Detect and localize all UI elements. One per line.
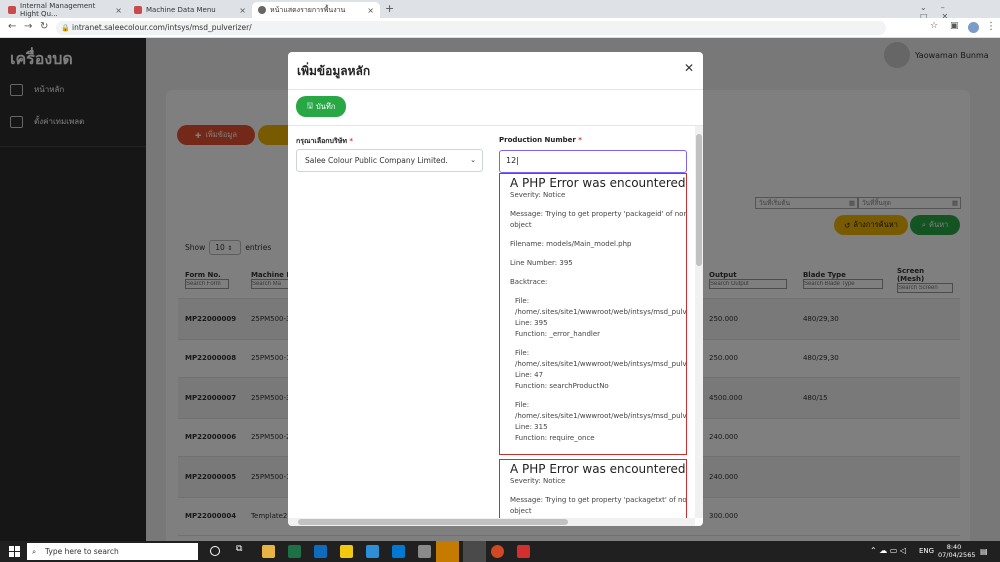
company-select[interactable]: Salee Colour Public Company Limited. ⌄ xyxy=(296,149,483,172)
error-filename: Filename: models/Main_model.php xyxy=(510,240,632,248)
cortana-icon[interactable] xyxy=(210,546,220,556)
app-icon[interactable] xyxy=(392,545,405,558)
app-icon[interactable] xyxy=(418,545,431,558)
frame-file: File: xyxy=(515,349,530,357)
modal-divider xyxy=(288,125,703,126)
sidepanel-icon[interactable]: ▣ xyxy=(950,21,959,31)
clock-date: 07/04/2565 xyxy=(938,551,976,559)
modal-vertical-scrollbar[interactable] xyxy=(695,126,703,518)
tab-close-icon[interactable]: × xyxy=(367,6,374,15)
clock-time: 8:40 xyxy=(946,543,962,551)
taskbar-search-placeholder: Type here to search xyxy=(45,547,119,556)
bookmark-star-icon[interactable]: ☆ xyxy=(930,21,938,31)
powerpoint-icon[interactable] xyxy=(491,545,504,558)
frame-path: /home/.sites/site1/wwwroot/web/intsys/ms… xyxy=(515,412,687,420)
reload-icon[interactable]: ↻ xyxy=(40,21,48,32)
tab-title: Machine Data Menu xyxy=(146,6,216,14)
frame-line: Line: 395 xyxy=(515,319,548,327)
system-tray-icons[interactable]: ⌃ ☁ ▭ ◁ xyxy=(870,546,906,555)
excel-icon[interactable] xyxy=(288,545,301,558)
tab-title: Internal Management Hight Qu... xyxy=(20,2,96,18)
frame-function: Function: _error_handler xyxy=(515,330,601,338)
error-severity: Severity: Notice xyxy=(510,191,566,199)
scroll-thumb[interactable] xyxy=(298,519,568,525)
tab-title: หน้าแสดงรายการพื้นงาน xyxy=(270,5,346,14)
company-label-text: กรุณาเลือกบริษัท xyxy=(296,137,347,145)
browser-tab-active[interactable]: หน้าแสดงรายการพื้นงาน × xyxy=(252,2,380,18)
error-message: Message: Trying to get property 'package… xyxy=(510,210,687,218)
frame-file: File: xyxy=(515,297,530,305)
error-message-cont: object xyxy=(510,221,532,229)
save-label: บันทึก xyxy=(316,101,336,111)
frame-function: Function: require_once xyxy=(515,434,595,442)
production-number-input[interactable]: 12| xyxy=(499,150,687,173)
chevron-down-icon: ⌄ xyxy=(470,156,476,164)
error-message: Message: Trying to get property 'package… xyxy=(510,496,687,504)
frame-path: /home/.sites/site1/wwwroot/web/intsys/ms… xyxy=(515,308,687,316)
error-heading: A PHP Error was encountered xyxy=(510,462,686,476)
php-error-box: A PHP Error was encountered Severity: No… xyxy=(499,459,687,519)
modal-header: เพิ่มข้อมูลหลัก ✕ xyxy=(288,52,703,90)
save-button[interactable]: 🖫 บันทึก xyxy=(296,96,346,117)
error-heading: A PHP Error was encountered xyxy=(510,176,686,190)
url-field[interactable]: 🔒 intranet.saleecolour.com/intsys/msd_pu… xyxy=(56,21,886,35)
frame-path: /home/.sites/site1/wwwroot/web/intsys/ms… xyxy=(515,360,687,368)
url-text: intranet.saleecolour.com/intsys/msd_pulv… xyxy=(72,23,252,32)
browser-tab[interactable]: Machine Data Menu × xyxy=(128,2,252,18)
error-line: Line Number: 395 xyxy=(510,259,573,267)
forward-arrow-icon[interactable]: → xyxy=(24,21,32,32)
tab-close-icon[interactable]: × xyxy=(239,6,246,15)
add-master-data-modal: เพิ่มข้อมูลหลัก ✕ 🖫 บันทึก กรุณาเลือกบริ… xyxy=(288,52,703,526)
profile-avatar[interactable] xyxy=(968,22,979,33)
php-error-box: A PHP Error was encountered Severity: No… xyxy=(499,173,687,455)
new-tab-icon[interactable]: + xyxy=(385,2,394,15)
required-marker: * xyxy=(349,137,354,145)
frame-file: File: xyxy=(515,401,530,409)
lock-icon: 🔒 xyxy=(61,24,70,32)
modal-title: เพิ่มข้อมูลหลัก xyxy=(297,64,371,78)
menu-dots-icon[interactable]: ⋮ xyxy=(986,21,996,32)
acrobat-icon[interactable] xyxy=(517,545,530,558)
production-label-text: Production Number xyxy=(499,136,576,144)
modal-horizontal-scrollbar[interactable] xyxy=(288,518,695,526)
windows-taskbar: ⌕ Type here to search ⧉ ⌃ ☁ ▭ ◁ ENG 8:40… xyxy=(0,541,1000,562)
save-icon: 🖫 xyxy=(306,101,313,110)
back-arrow-icon[interactable]: ← xyxy=(8,21,16,32)
chrome-icon[interactable] xyxy=(463,541,486,562)
outlook-icon[interactable] xyxy=(314,545,327,558)
browser-tab[interactable]: Internal Management Hight Qu... × xyxy=(2,2,128,18)
production-number-value: 12 xyxy=(506,156,517,165)
tab-close-icon[interactable]: × xyxy=(115,6,122,15)
required-marker: * xyxy=(578,136,582,144)
language-indicator[interactable]: ENG xyxy=(919,547,934,555)
globe-icon xyxy=(258,6,266,14)
task-view-icon[interactable]: ⧉ xyxy=(236,544,249,557)
frame-line: Line: 47 xyxy=(515,371,544,379)
frame-line: Line: 315 xyxy=(515,423,548,431)
site-favicon-icon xyxy=(8,6,16,14)
company-select-value: Salee Colour Public Company Limited. xyxy=(305,156,448,165)
clock[interactable]: 8:40 07/04/2565 xyxy=(938,543,976,559)
taskbar-search-box[interactable]: ⌕ Type here to search xyxy=(27,543,198,560)
windows-start-icon[interactable] xyxy=(9,546,20,557)
site-favicon-icon xyxy=(134,6,142,14)
error-severity: Severity: Notice xyxy=(510,477,566,485)
close-icon[interactable]: ✕ xyxy=(684,61,694,75)
notification-icon[interactable]: ▤ xyxy=(980,547,988,556)
search-icon: ⌕ xyxy=(32,547,37,556)
settings-icon[interactable] xyxy=(366,545,379,558)
company-field-label: กรุณาเลือกบริษัท * xyxy=(296,136,353,147)
browser-address-bar: ← → ↻ 🔒 intranet.saleecolour.com/intsys/… xyxy=(0,18,1000,38)
frame-function: Function: searchProductNo xyxy=(515,382,609,390)
browser-tab-bar: Internal Management Hight Qu... × Machin… xyxy=(0,0,1000,21)
app-icon[interactable] xyxy=(340,545,353,558)
production-field-label: Production Number * xyxy=(499,136,582,144)
error-message-cont: object xyxy=(510,507,532,515)
file-explorer-icon[interactable] xyxy=(262,545,275,558)
scroll-thumb[interactable] xyxy=(696,134,702,266)
error-backtrace: Backtrace: xyxy=(510,278,548,286)
line-app-icon[interactable] xyxy=(436,541,459,562)
